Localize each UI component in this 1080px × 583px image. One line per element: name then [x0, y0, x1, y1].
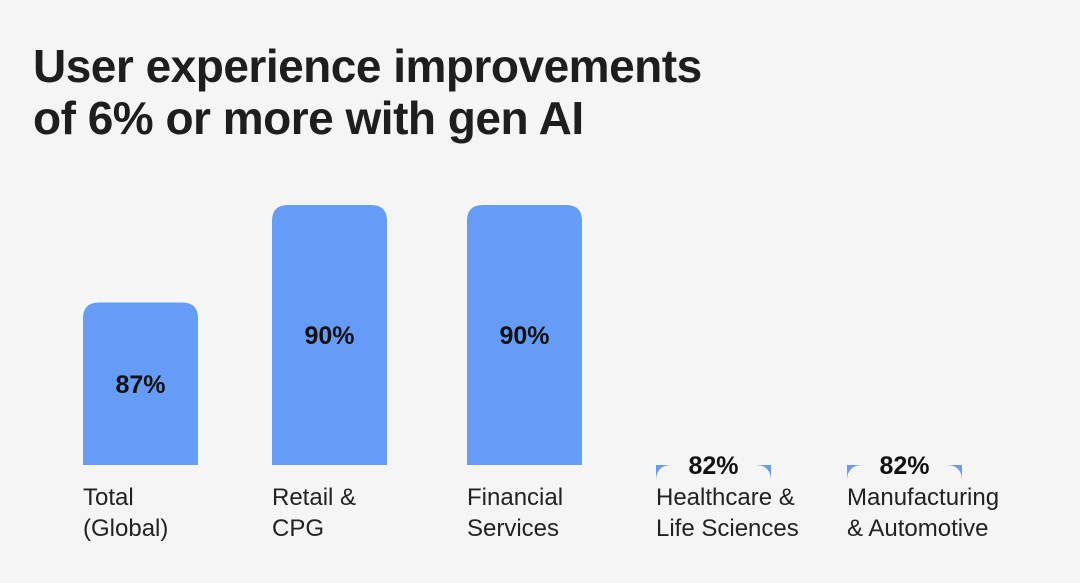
bar-value-label-3: 82% — [688, 452, 738, 480]
bar-value-label-4: 82% — [879, 452, 929, 480]
category-label-0-line-0: Total — [83, 484, 134, 511]
category-label-3-line-1: Life Sciences — [656, 515, 799, 542]
category-label-4-line-0: Manufacturing — [847, 484, 999, 511]
category-label-4-line-1: & Automotive — [847, 515, 988, 542]
bar-value-label-0: 87% — [115, 371, 165, 399]
chart-page: User experience improvements of 6% or mo… — [0, 0, 1080, 583]
bar-value-label-1: 90% — [304, 322, 354, 350]
category-label-1-line-1: CPG — [272, 515, 324, 542]
category-label-2-line-1: Services — [467, 515, 559, 542]
category-label-2-line-0: Financial — [467, 484, 563, 511]
category-label-0-line-1: (Global) — [83, 515, 168, 542]
bar-chart: 87% Total (Global) 90% Retail & CPG 90% Financi… — [83, 205, 999, 542]
category-label-1-line-0: Retail & — [272, 484, 356, 511]
bar-value-label-2: 90% — [499, 322, 549, 350]
category-label-3-line-0: Healthcare & — [656, 484, 795, 511]
